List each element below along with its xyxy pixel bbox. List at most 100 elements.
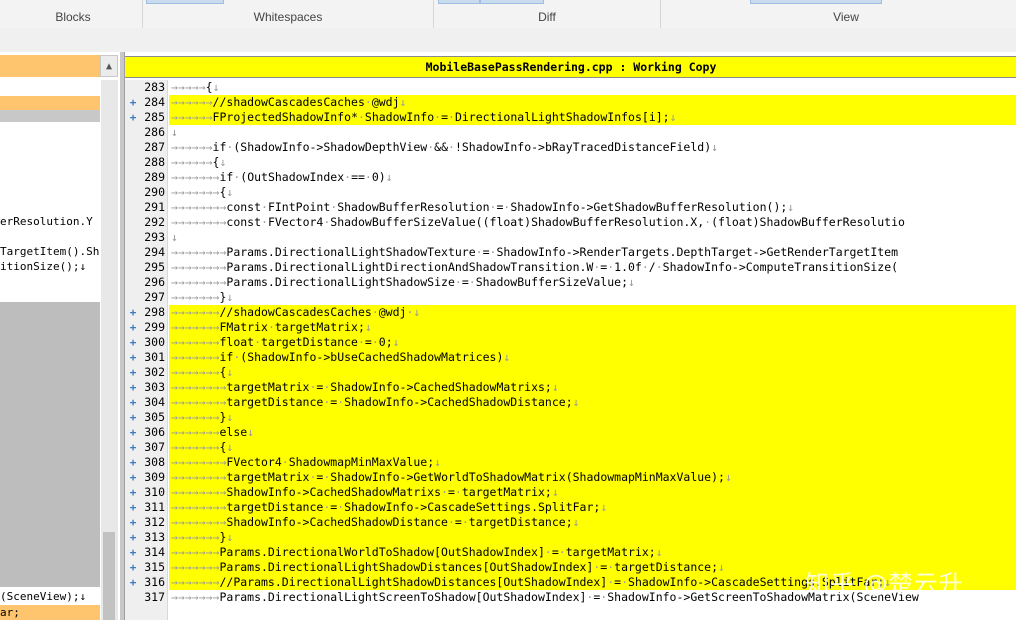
- left-line: TargetItem().Sh: [0, 245, 100, 258]
- code-line[interactable]: +307 →→→→→→→{↓: [125, 440, 1016, 455]
- code-text: →→→→→→→→const·FIntPoint·ShadowBufferReso…: [171, 200, 795, 214]
- code-text: →→→→→{↓: [171, 80, 220, 94]
- code-text: →→→→→→→Params.DirectionalWorldToShadow[O…: [169, 545, 1016, 560]
- code-line[interactable]: +312 →→→→→→→→ShadowInfo->CachedShadowDist…: [125, 515, 1016, 530]
- ribbon-toolbar: Blocks Whitespaces Diff View: [0, 0, 1016, 29]
- code-line[interactable]: 297 →→→→→→→}↓: [125, 290, 1016, 305]
- code-text: →→→→→→→//shadowCascadesCaches·@wdj·↓: [169, 305, 1016, 320]
- code-line[interactable]: 294 →→→→→→→→Params.DirectionalLightShadow…: [125, 245, 1016, 260]
- scroll-up-icon[interactable]: ▲: [100, 55, 118, 77]
- code-text: ↓: [171, 230, 178, 244]
- right-diff-pane[interactable]: MobileBasePassRendering.cpp : Working Co…: [124, 52, 1016, 620]
- code-text: →→→→→→→→const·FVector4·ShadowBufferSizeV…: [171, 215, 905, 229]
- left-line: erResolution.Y: [0, 215, 93, 228]
- line-number: 311: [144, 500, 165, 514]
- ribbon-group-label: Whitespaces: [253, 10, 323, 24]
- code-text: →→→→→→→→Params.DirectionalLightDirection…: [171, 260, 899, 274]
- code-line[interactable]: +313 →→→→→→→}↓: [125, 530, 1016, 545]
- left-scrollbar-thumb[interactable]: [103, 532, 115, 620]
- line-number: 285: [144, 110, 165, 124]
- code-line[interactable]: +304 →→→→→→→→targetDistance·=·ShadowInfo-…: [125, 395, 1016, 410]
- code-text: →→→→→→→if·(ShadowInfo->bUseCachedShadowM…: [169, 350, 1016, 365]
- left-line: ar;: [0, 606, 20, 619]
- line-number: 302: [144, 365, 165, 379]
- code-line[interactable]: 283 →→→→→{↓: [125, 80, 1016, 95]
- code-text: →→→→→→FProjectedShadowInfo*·ShadowInfo·=…: [169, 110, 1016, 125]
- line-number: 287: [144, 140, 165, 154]
- code-line[interactable]: +314 →→→→→→→Params.DirectionalWorldToShad…: [125, 545, 1016, 560]
- code-text: →→→→→→→}↓: [169, 410, 1016, 425]
- line-number: 305: [144, 410, 165, 424]
- line-number: 312: [144, 515, 165, 529]
- code-line[interactable]: +285 →→→→→→FProjectedShadowInfo*·ShadowIn…: [125, 110, 1016, 125]
- code-line[interactable]: +303 →→→→→→→→targetMatrix·=·ShadowInfo->C…: [125, 380, 1016, 395]
- code-line[interactable]: 286 ↓: [125, 125, 1016, 140]
- code-text: →→→→→→→}↓: [171, 290, 234, 304]
- code-text: →→→→→→if·(ShadowInfo->ShadowDepthView·&&…: [171, 140, 719, 154]
- ribbon-group-label: Blocks: [55, 10, 91, 24]
- code-line[interactable]: 291 →→→→→→→→const·FIntPoint·ShadowBufferR…: [125, 200, 1016, 215]
- code-line[interactable]: 296 →→→→→→→→Params.DirectionalLightShadow…: [125, 275, 1016, 290]
- code-text: →→→→→→//shadowCascadesCaches·@wdj↓: [169, 95, 1016, 110]
- code-line[interactable]: +284 →→→→→→//shadowCascadesCaches·@wdj↓: [125, 95, 1016, 110]
- code-line[interactable]: 293 ↓: [125, 230, 1016, 245]
- code-line[interactable]: 290 →→→→→→→{↓: [125, 185, 1016, 200]
- line-number: 314: [144, 545, 165, 559]
- code-text: →→→→→→→{↓: [169, 440, 1016, 455]
- code-line[interactable]: +311 →→→→→→→→targetDistance·=·ShadowInfo-…: [125, 500, 1016, 515]
- line-number: 316: [144, 575, 165, 589]
- code-line[interactable]: 289 →→→→→→→if·(OutShadowIndex·==·0)↓: [125, 170, 1016, 185]
- line-number: 309: [144, 470, 165, 484]
- line-number: 284: [144, 95, 165, 109]
- line-number: 288: [144, 155, 165, 169]
- code-text: →→→→→→→{↓: [169, 365, 1016, 380]
- line-number: 291: [144, 200, 165, 214]
- line-number: 289: [144, 170, 165, 184]
- ribbon-group-label: View: [833, 10, 859, 24]
- code-text: →→→→→→→else↓: [169, 425, 1016, 440]
- code-line[interactable]: +308 →→→→→→→→FVector4·ShadowmapMinMaxValu…: [125, 455, 1016, 470]
- left-diff-pane[interactable]: ▲ erResolution.Y TargetItem().Sh itionSi…: [0, 52, 120, 620]
- code-line[interactable]: 288 →→→→→→{↓: [125, 155, 1016, 170]
- watermark: 知乎 @楚云升: [805, 570, 964, 598]
- toolbar-gap: [0, 28, 1016, 52]
- code-line[interactable]: +310 →→→→→→→→ShadowInfo->CachedShadowMatr…: [125, 485, 1016, 500]
- ribbon-group-blocks: Blocks: [0, 0, 146, 28]
- left-pane-header: [0, 55, 100, 77]
- code-text: →→→→→→→→targetMatrix·=·ShadowInfo->Cache…: [169, 380, 1016, 395]
- left-empty-block: [0, 302, 100, 587]
- line-number: 307: [144, 440, 165, 454]
- code-line[interactable]: 287 →→→→→→if·(ShadowInfo->ShadowDepthView…: [125, 140, 1016, 155]
- line-number: 293: [144, 230, 165, 244]
- left-line: itionSize();↓: [0, 260, 87, 273]
- ribbon-group-whitespaces: Whitespaces: [143, 0, 433, 28]
- code-line[interactable]: 295 →→→→→→→→Params.DirectionalLightDirect…: [125, 260, 1016, 275]
- code-line[interactable]: +309 →→→→→→→→targetMatrix·=·ShadowInfo->G…: [125, 470, 1016, 485]
- line-number: 301: [144, 350, 165, 364]
- code-line[interactable]: +302 →→→→→→→{↓: [125, 365, 1016, 380]
- line-number: 283: [144, 80, 165, 94]
- line-number: 286: [144, 125, 165, 139]
- code-text: →→→→→→{↓: [171, 155, 227, 169]
- code-line[interactable]: +300 →→→→→→→float·targetDistance·=·0;↓: [125, 335, 1016, 350]
- code-text: →→→→→→→→targetMatrix·=·ShadowInfo->GetWo…: [169, 470, 1016, 485]
- code-line[interactable]: +299 →→→→→→→FMatrix·targetMatrix;↓: [125, 320, 1016, 335]
- code-line[interactable]: +301 →→→→→→→if·(ShadowInfo->bUseCachedSha…: [125, 350, 1016, 365]
- code-text: →→→→→→→float·targetDistance·=·0;↓: [169, 335, 1016, 350]
- code-text: →→→→→→→FMatrix·targetMatrix;↓: [169, 320, 1016, 335]
- code-line[interactable]: +305 →→→→→→→}↓: [125, 410, 1016, 425]
- line-number: 303: [144, 380, 165, 394]
- line-number: 296: [144, 275, 165, 289]
- code-line[interactable]: +306 →→→→→→→else↓: [125, 425, 1016, 440]
- code-text: →→→→→→→→Params.DirectionalLightShadowTex…: [171, 245, 899, 259]
- code-line[interactable]: 292 →→→→→→→→const·FVector4·ShadowBufferSi…: [125, 215, 1016, 230]
- line-number: 317: [144, 590, 165, 604]
- line-number: 292: [144, 215, 165, 229]
- line-number: 310: [144, 485, 165, 499]
- pane-title: MobileBasePassRendering.cpp : Working Co…: [125, 56, 1016, 78]
- line-number: 306: [144, 425, 165, 439]
- code-text: ↓: [171, 125, 178, 139]
- line-number: 308: [144, 455, 165, 469]
- code-line[interactable]: +298 →→→→→→→//shadowCascadesCaches·@wdj·↓: [125, 305, 1016, 320]
- line-number: 297: [144, 290, 165, 304]
